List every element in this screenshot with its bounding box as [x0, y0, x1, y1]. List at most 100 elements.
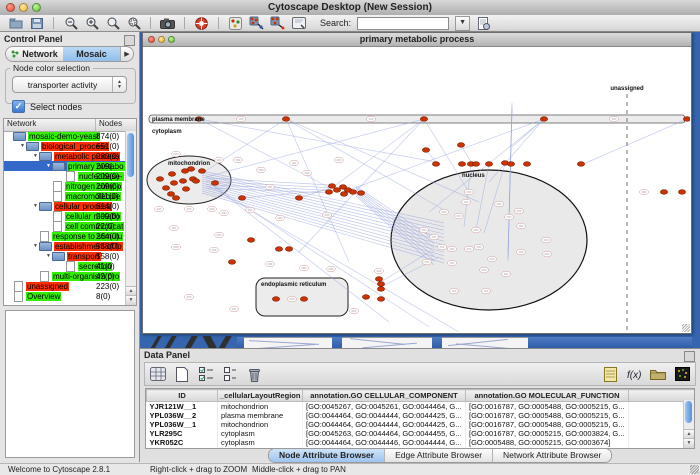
selected-gene-node[interactable]: [192, 179, 199, 184]
gene-node[interactable]: [465, 246, 474, 252]
gene-node[interactable]: [488, 256, 497, 262]
selected-gene-node[interactable]: [325, 190, 332, 195]
gene-node[interactable]: [517, 223, 526, 229]
selected-gene-node[interactable]: [660, 190, 667, 195]
expand-arrow-icon[interactable]: ▼: [19, 143, 26, 149]
table-scrollbar[interactable]: ▲ ▼: [683, 400, 694, 448]
expand-arrow-icon[interactable]: ▼: [45, 253, 52, 259]
function-builder-icon[interactable]: f(x): [624, 364, 644, 384]
network-canvas[interactable]: plasma membrane cytoplasm mitochondrion …: [144, 47, 690, 332]
selected-gene-node[interactable]: [375, 277, 382, 282]
attribute-table-icon[interactable]: [148, 364, 168, 384]
selected-gene-node[interactable]: [167, 192, 174, 197]
selected-gene-node[interactable]: [472, 162, 479, 167]
tree-row-transport[interactable]: ▼transport558(0): [4, 251, 126, 261]
selected-gene-node[interactable]: [377, 287, 384, 292]
table-scrollbar-thumb[interactable]: [685, 401, 692, 423]
tree-row-response-to-stimulu[interactable]: response to stimulu264(0): [4, 231, 126, 241]
selected-gene-node[interactable]: [198, 169, 205, 174]
zoom-selected-icon[interactable]: [126, 17, 141, 30]
gene-node[interactable]: [257, 167, 266, 173]
selected-gene-node[interactable]: [172, 196, 179, 201]
gene-node[interactable]: [515, 208, 524, 214]
selected-gene-node[interactable]: [683, 117, 690, 122]
gene-node[interactable]: [423, 259, 432, 265]
column-header[interactable]: ID: [147, 390, 218, 402]
gene-node[interactable]: [475, 244, 484, 250]
vizmapper-icon[interactable]: [228, 17, 243, 30]
unselect-attributes-icon[interactable]: [220, 364, 240, 384]
snapshot-camera-icon[interactable]: [160, 17, 175, 30]
selected-gene-node[interactable]: [168, 172, 175, 177]
gene-node[interactable]: [290, 160, 299, 166]
first-neighbors-icon[interactable]: [249, 17, 264, 30]
gene-node[interactable]: [266, 184, 275, 190]
selected-gene-node[interactable]: [458, 162, 465, 167]
table-row[interactable]: YJR121W__1mitochondrion[GO:0045267, GO:0…: [147, 402, 696, 412]
new-attribute-icon[interactable]: [172, 364, 192, 384]
gene-node[interactable]: [230, 306, 239, 312]
gene-node[interactable]: [462, 199, 471, 205]
selected-gene-node[interactable]: [678, 190, 685, 195]
tab-network[interactable]: Network: [6, 47, 63, 61]
delete-attribute-icon[interactable]: [244, 364, 264, 384]
table-row[interactable]: YLR295Ccytoplasm[GO:0045263, GO:0044464,…: [147, 429, 696, 438]
tree-scrollbar[interactable]: ▲ ▼: [125, 131, 136, 305]
save-icon[interactable]: [29, 17, 44, 30]
selected-gene-node[interactable]: [328, 184, 335, 189]
tree-row-nucleobase-[interactable]: nucleobase-209(0): [4, 171, 126, 181]
import-settings-icon[interactable]: [476, 17, 491, 30]
gene-node[interactable]: [185, 206, 194, 212]
tree-row-cellular-process[interactable]: ▼cellular process614(0): [4, 201, 126, 211]
zoom-in-icon[interactable]: [84, 17, 99, 30]
tree-row-secretion[interactable]: secretion41(0): [4, 261, 126, 271]
minimize-window-button[interactable]: [19, 3, 28, 12]
selected-gene-node[interactable]: [275, 247, 282, 252]
gene-node[interactable]: [440, 209, 449, 215]
tree-row-nitrogen-compo[interactable]: nitrogen compo209(0): [4, 181, 126, 191]
float-panel-icon[interactable]: [124, 35, 135, 46]
gene-node[interactable]: [185, 294, 194, 300]
tab-overflow-arrow[interactable]: ▶: [120, 47, 133, 61]
gene-node[interactable]: [172, 244, 181, 250]
gene-node[interactable]: [237, 116, 246, 122]
tree-row-establishment-of-lo[interactable]: ▼establishment of lo558(0): [4, 241, 126, 251]
network-view-window[interactable]: primary metabolic process plasma membran…: [142, 32, 692, 334]
gene-node[interactable]: [542, 237, 551, 243]
gene-node[interactable]: [215, 157, 224, 163]
gene-node[interactable]: [610, 116, 619, 122]
minimize-network-button[interactable]: [158, 36, 165, 43]
gene-node[interactable]: [505, 214, 514, 220]
gene-node[interactable]: [465, 189, 474, 195]
matrix-view-icon[interactable]: [672, 364, 692, 384]
tab-node-attribute-browser[interactable]: Node Attribute Browser: [269, 449, 385, 462]
expand-arrow-icon[interactable]: ▼: [32, 153, 39, 159]
selected-gene-node[interactable]: [432, 162, 439, 167]
selected-gene-node[interactable]: [179, 179, 186, 184]
tree-row-primary-metabo[interactable]: ▼primary metabo209(...: [4, 161, 126, 171]
selected-gene-node[interactable]: [162, 186, 169, 191]
gene-node[interactable]: [220, 210, 229, 216]
gene-node[interactable]: [448, 260, 457, 266]
close-window-button[interactable]: [6, 3, 15, 12]
selected-gene-node[interactable]: [523, 162, 530, 167]
gene-node[interactable]: [234, 157, 243, 163]
gene-node[interactable]: [266, 261, 275, 267]
selected-gene-node[interactable]: [285, 247, 292, 252]
search-input[interactable]: [357, 17, 449, 30]
selected-gene-node[interactable]: [295, 196, 302, 201]
gene-node[interactable]: [288, 296, 297, 302]
expand-network-icon[interactable]: [270, 17, 285, 30]
selected-gene-node[interactable]: [420, 117, 427, 122]
help-lifering-icon[interactable]: [194, 17, 209, 30]
selected-gene-node[interactable]: [357, 191, 364, 196]
selected-gene-node[interactable]: [272, 297, 279, 302]
tree-row-mosaic-demo-yeast[interactable]: mosaic-demo-yeast874(0): [4, 131, 126, 141]
gene-node[interactable]: [155, 206, 164, 212]
gene-node[interactable]: [640, 189, 649, 195]
selected-gene-node[interactable]: [422, 148, 429, 153]
gene-node[interactable]: [276, 215, 285, 221]
selected-gene-node[interactable]: [156, 177, 163, 182]
gene-node[interactable]: [172, 151, 181, 157]
selected-gene-node[interactable]: [181, 169, 188, 174]
